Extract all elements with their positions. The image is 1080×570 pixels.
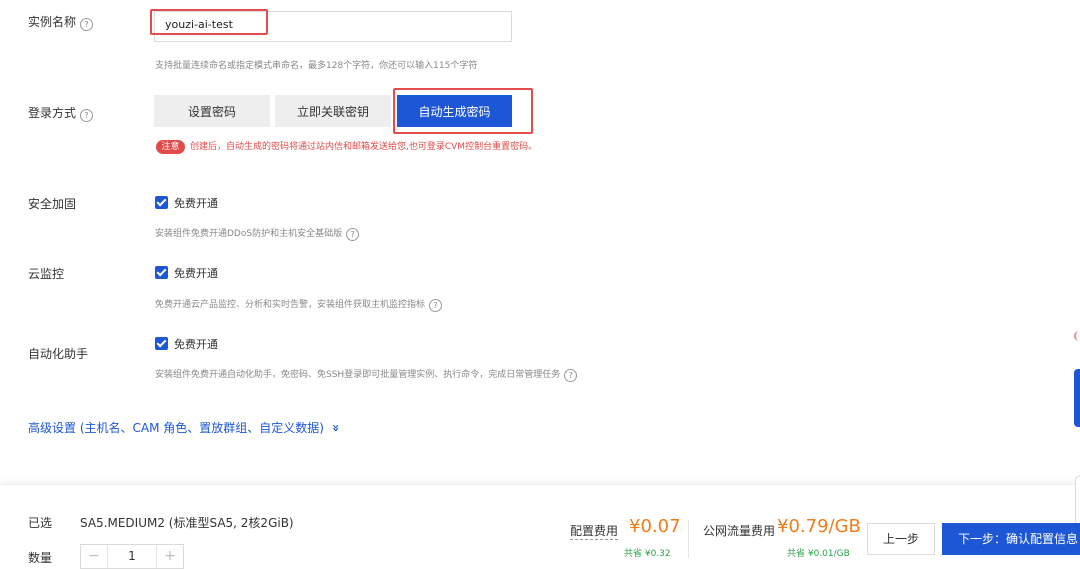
feedback-icon[interactable] xyxy=(1074,331,1080,341)
selected-label: 已选 xyxy=(28,516,53,530)
automation-label: 自动化助手 xyxy=(28,347,89,361)
config-fee-saving: 共省 ¥0.32 xyxy=(624,549,671,559)
quantity-increment-button[interactable]: + xyxy=(156,545,183,568)
help-icon[interactable]: ? xyxy=(80,18,94,31)
automation-hint: 安装组件免费开通自动化助手，免密码、免SSH登录即可批量管理实例、执行命令，完成… xyxy=(155,367,578,382)
config-fee-label[interactable]: 配置费用 xyxy=(570,522,619,540)
side-scroll-tab[interactable] xyxy=(1075,475,1080,527)
highlight-box xyxy=(393,88,533,134)
chevron-down-icon[interactable]: » xyxy=(329,424,343,432)
associate-key-button[interactable]: 立即关联密钥 xyxy=(275,95,391,127)
help-icon[interactable]: ? xyxy=(346,228,360,241)
highlight-box xyxy=(150,9,268,35)
set-password-button[interactable]: 设置密码 xyxy=(154,95,270,127)
traffic-fee-value: ¥0.79/GB xyxy=(777,516,861,537)
notice-text: 创建后，自动生成的密码将通过站内信和邮箱发送给您,也可登录CVM控制台重置密码。 xyxy=(190,142,538,152)
security-hint-text: 安装组件免费开通DDoS防护和主机安全基础版 xyxy=(155,229,343,239)
monitoring-hint-text: 免费开通云产品监控、分析和实时告警，安装组件获取主机监控指标 xyxy=(155,300,426,310)
quantity-input[interactable]: 1 xyxy=(108,545,156,568)
side-help-tab[interactable] xyxy=(1074,369,1080,427)
login-method-label: 登录方式? xyxy=(28,104,94,122)
security-checkbox-label[interactable]: 免费开通 xyxy=(174,195,218,211)
monitoring-label: 云监控 xyxy=(28,267,65,281)
quantity-label: 数量 xyxy=(28,551,53,565)
instance-name-hint: 支持批量连续命名或指定模式串命名，最多128个字符，你还可以输入115个字符 xyxy=(155,61,478,71)
quantity-decrement-button[interactable]: − xyxy=(81,545,108,568)
config-fee-value: ¥0.07 xyxy=(629,516,681,537)
monitoring-hint: 免费开通云产品监控、分析和实时告警，安装组件获取主机监控指标? xyxy=(155,297,443,312)
previous-step-button[interactable]: 上一步 xyxy=(867,523,935,555)
monitoring-checkbox[interactable] xyxy=(155,266,168,279)
help-icon[interactable]: ? xyxy=(564,369,578,382)
security-checkbox[interactable] xyxy=(155,196,168,209)
help-icon[interactable]: ? xyxy=(429,299,443,312)
security-label: 安全加固 xyxy=(28,197,77,211)
automation-hint-text: 安装组件免费开通自动化助手，免密码、免SSH登录即可批量管理实例、执行命令，完成… xyxy=(155,370,561,380)
notice-badge: 注意 xyxy=(156,140,185,154)
instance-name-label: 实例名称? xyxy=(28,13,94,31)
quantity-stepper[interactable]: − 1 + xyxy=(80,544,184,569)
selected-spec: SA5.MEDIUM2 (标准型SA5, 2核2GiB) xyxy=(80,516,294,530)
help-icon[interactable]: ? xyxy=(80,109,94,122)
login-method-label-text: 登录方式 xyxy=(28,106,77,120)
fee-divider xyxy=(688,520,689,558)
next-step-button[interactable]: 下一步：确认配置信息 xyxy=(942,523,1080,555)
automation-checkbox[interactable] xyxy=(155,337,168,350)
advanced-settings-link[interactable]: 高级设置 (主机名、CAM 角色、置放群组、自定义数据) » xyxy=(28,419,343,436)
traffic-fee-saving: 共省 ¥0.01/GB xyxy=(787,549,850,559)
advanced-settings-text[interactable]: 高级设置 (主机名、CAM 角色、置放群组、自定义数据) xyxy=(28,421,324,435)
automation-checkbox-label[interactable]: 免费开通 xyxy=(174,336,218,352)
instance-name-label-text: 实例名称 xyxy=(28,15,77,29)
security-hint: 安装组件免费开通DDoS防护和主机安全基础版? xyxy=(155,226,360,241)
monitoring-checkbox-label[interactable]: 免费开通 xyxy=(174,265,218,281)
traffic-fee-label: 公网流量费用 xyxy=(703,524,776,538)
